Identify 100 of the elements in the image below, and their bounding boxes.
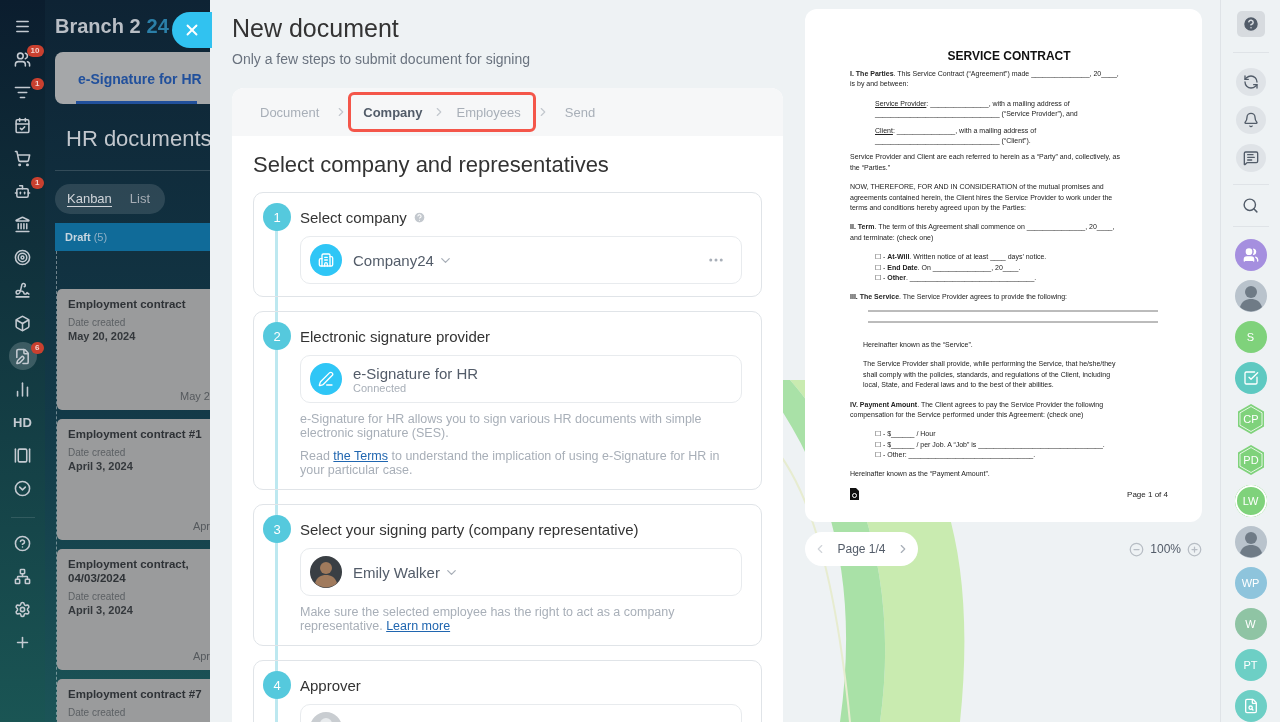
step-tab[interactable]: Employees xyxy=(446,104,531,120)
network-icon xyxy=(14,567,31,585)
page-number: Page 1 of 4 xyxy=(1127,489,1168,499)
form-heading: Select company and representatives xyxy=(253,152,610,178)
card-title: Employment contract #1 xyxy=(68,427,203,441)
app-tab[interactable]: e-Signature for HR xyxy=(55,52,210,104)
refresh-icon xyxy=(1242,74,1259,91)
step-tab[interactable]: Company xyxy=(353,104,433,120)
person-icon xyxy=(1234,280,1267,312)
chat-icon xyxy=(1242,150,1259,167)
people-icon xyxy=(14,50,31,68)
employee-select[interactable]: Emily Walker xyxy=(300,548,742,596)
card-title: Employment contract, 04/03/2024 xyxy=(68,557,190,585)
chat-button[interactable] xyxy=(1235,144,1266,173)
step-number: 2 xyxy=(263,322,291,350)
brand-logo: Branch 2 24 xyxy=(55,15,169,38)
checkbox-icon xyxy=(1242,370,1259,386)
status-text: Connected xyxy=(353,381,407,394)
section-title: Select company xyxy=(300,208,407,226)
bar-chart-icon xyxy=(14,380,31,398)
section-title: Approver xyxy=(300,676,361,694)
card-label: Date created xyxy=(68,591,127,602)
cart-icon xyxy=(14,149,31,167)
nav-button[interactable]: 1 xyxy=(1,78,44,106)
chevron-down-icon xyxy=(14,479,31,497)
text-link[interactable]: Learn more xyxy=(386,619,451,633)
field-value: Company24 xyxy=(353,251,434,269)
card-title: Employment contract #7 xyxy=(68,687,203,701)
text-link[interactable]: the Terms xyxy=(333,449,388,463)
provider-field[interactable]: e-Signature for HR Connected xyxy=(300,355,742,403)
view-tab[interactable]: Kanban xyxy=(67,191,112,207)
card-footer-date: May 2 xyxy=(180,390,210,402)
count-badge: 1 xyxy=(31,78,44,90)
search-icon xyxy=(1242,197,1259,215)
close-button[interactable] xyxy=(172,12,212,48)
nav-item[interactable]: HD xyxy=(1,408,44,436)
file-icon xyxy=(850,488,859,500)
card-label: Date created xyxy=(68,447,127,458)
target-icon xyxy=(14,248,31,266)
nav-button[interactable]: 10 xyxy=(1,45,44,73)
hint-text: Make sure the selected employee has the right to act as a company representative. Learn more xyxy=(300,605,676,633)
hint-text: e-Signature for HR allows you to sign various HR documents with simple electronic signature (SES). xyxy=(300,412,703,440)
count-badge: 1 xyxy=(31,177,44,189)
box-icon xyxy=(14,314,31,332)
person-icon xyxy=(1234,526,1267,558)
bell-button[interactable] xyxy=(1235,106,1266,135)
kanban-card[interactable]: Employment contract #7 Date created xyxy=(57,679,210,722)
bank-icon xyxy=(14,215,31,233)
view-tab[interactable]: List xyxy=(129,191,151,207)
card-title: Employment contract xyxy=(68,297,187,311)
column-count: (5) xyxy=(93,231,108,243)
step-number: 1 xyxy=(263,203,291,231)
step-tab[interactable]: Send xyxy=(554,104,606,120)
step-tab[interactable]: Document xyxy=(250,104,330,120)
help-icon xyxy=(1241,15,1260,34)
field-value: Emily Walker xyxy=(353,563,440,581)
card-label: Date created xyxy=(68,317,127,328)
kanban-card[interactable]: Employment contract #1 Date created April 3, 2024 Apr xyxy=(57,419,210,540)
help-button[interactable] xyxy=(1236,11,1265,38)
user-avatar[interactable] xyxy=(1234,526,1267,558)
card-label: Date created xyxy=(68,707,127,718)
kanban-card[interactable]: Employment contract Date created May 20, 2024 May 2 xyxy=(57,289,210,410)
page-title: HR documents xyxy=(66,126,210,152)
user-avatar[interactable]: W xyxy=(1234,608,1267,640)
count-badge: 6 xyxy=(31,342,44,354)
nav-button[interactable]: 1 xyxy=(1,177,44,205)
hint-text: Read the Terms to understand the implication of using e-Signature for HR in your particular case. xyxy=(300,449,721,477)
field-value: e-Signature for HR xyxy=(353,364,479,382)
help-icon xyxy=(14,534,31,552)
settings-icon xyxy=(14,600,31,618)
count-badge: 10 xyxy=(26,45,44,57)
step-number: 3 xyxy=(263,515,291,543)
refresh-button[interactable] xyxy=(1235,68,1266,97)
search-button[interactable] xyxy=(1242,197,1259,215)
signature-icon xyxy=(14,281,31,299)
user-avatar[interactable] xyxy=(1234,280,1267,312)
calendar-icon xyxy=(14,116,31,134)
document-title: SERVICE CONTRACT xyxy=(946,49,1072,63)
card-date: April 3, 2024 xyxy=(68,604,134,616)
section-title: Electronic signature provider xyxy=(300,327,491,345)
company-select[interactable]: Company24 xyxy=(300,236,742,284)
section-title: Select your signing party (company representative) xyxy=(300,520,639,538)
step-number: 4 xyxy=(263,671,291,699)
people-icon xyxy=(1242,247,1259,263)
zoom-level: 100% xyxy=(1150,542,1181,556)
kanban-card[interactable]: Employment contract, 04/03/2024 Date created April 3, 2024 Apr xyxy=(57,549,210,670)
card-footer-date: Apr xyxy=(192,520,210,532)
person-icon xyxy=(310,556,342,588)
file-search-icon xyxy=(1242,698,1259,714)
robot-icon xyxy=(14,182,31,200)
gallery-icon xyxy=(14,446,31,464)
bell-icon xyxy=(1242,112,1259,129)
panel-subtitle: Only a few steps to submit document for signing xyxy=(232,51,532,67)
column-title: Draft xyxy=(65,231,91,243)
card-date: May 20, 2024 xyxy=(68,330,137,342)
group-avatar[interactable] xyxy=(1234,239,1267,271)
page-label: Page 1/4 xyxy=(837,542,886,556)
panel-title: New document xyxy=(232,13,400,43)
document-edit-icon xyxy=(14,347,31,365)
user-avatar[interactable]: WP xyxy=(1234,567,1267,599)
